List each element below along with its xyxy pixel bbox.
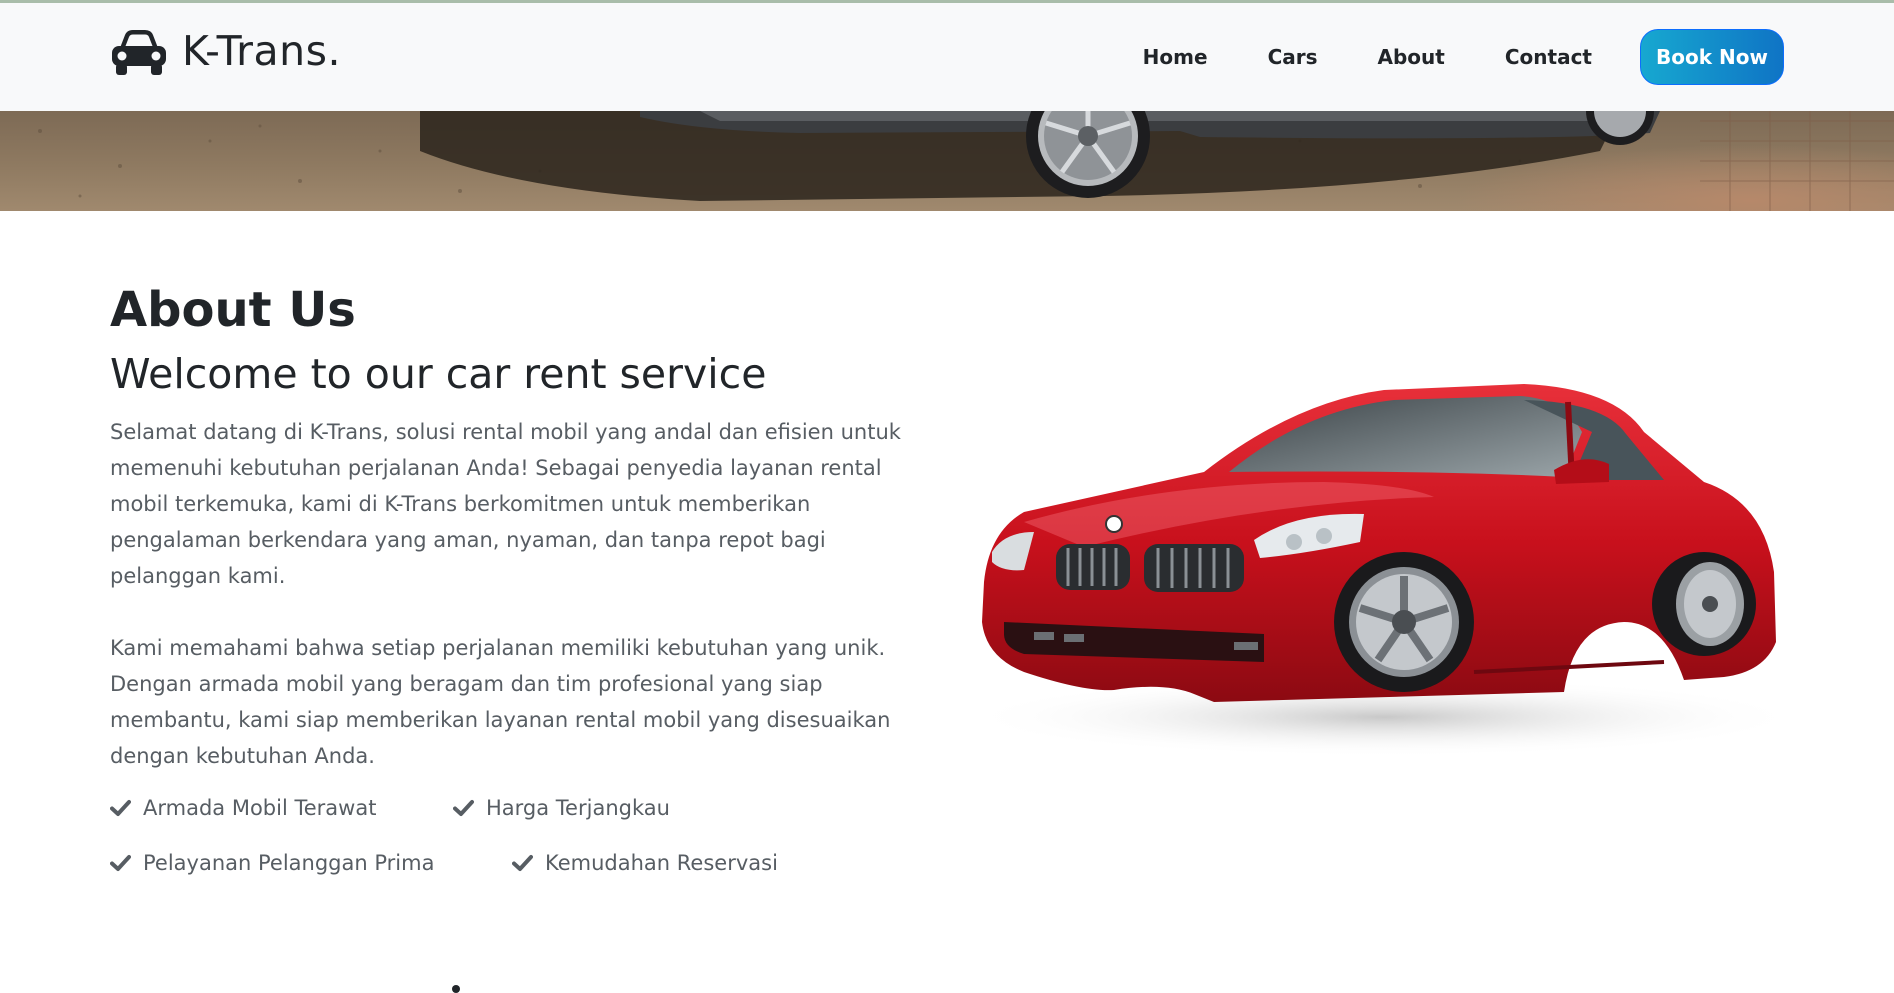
- about-paragraph-1: Selamat datang di K-Trans, solusi rental…: [110, 420, 901, 588]
- nav-link-cars[interactable]: Cars: [1268, 45, 1318, 69]
- feature-label: Armada Mobil Terawat: [143, 796, 377, 820]
- about-subheading: Welcome to our car rent service: [110, 350, 767, 398]
- feature-item: Harga Terjangkau: [453, 796, 670, 820]
- nav-menu: Home Cars About Contact Book Now: [1143, 29, 1784, 85]
- nav-link-contact[interactable]: Contact: [1505, 45, 1592, 69]
- check-icon: [512, 854, 533, 872]
- nav-link-home[interactable]: Home: [1143, 45, 1208, 69]
- feature-item: Pelayanan Pelanggan Prima: [110, 851, 434, 875]
- hero-image: [0, 111, 1894, 211]
- feature-label: Harga Terjangkau: [486, 796, 670, 820]
- navbar: K-Trans. Home Cars About Contact Book No…: [0, 3, 1894, 111]
- about-paragraph-2: Kami memahami bahwa setiap perjalanan me…: [110, 636, 891, 768]
- car-icon: [110, 26, 168, 76]
- feature-label: Kemudahan Reservasi: [545, 851, 778, 875]
- book-now-button[interactable]: Book Now: [1640, 29, 1784, 85]
- feature-label: Pelayanan Pelanggan Prima: [143, 851, 435, 875]
- check-icon: [453, 799, 474, 817]
- brand-logo-link[interactable]: K-Trans.: [110, 21, 341, 81]
- brand-name: K-Trans.: [182, 27, 341, 75]
- feature-item: Kemudahan Reservasi: [512, 851, 778, 875]
- check-icon: [110, 799, 131, 817]
- about-heading: About Us: [110, 282, 356, 338]
- red-car-image: [964, 372, 1794, 772]
- check-icon: [110, 854, 131, 872]
- feature-item: Armada Mobil Terawat: [110, 796, 376, 820]
- nav-link-about[interactable]: About: [1378, 45, 1445, 69]
